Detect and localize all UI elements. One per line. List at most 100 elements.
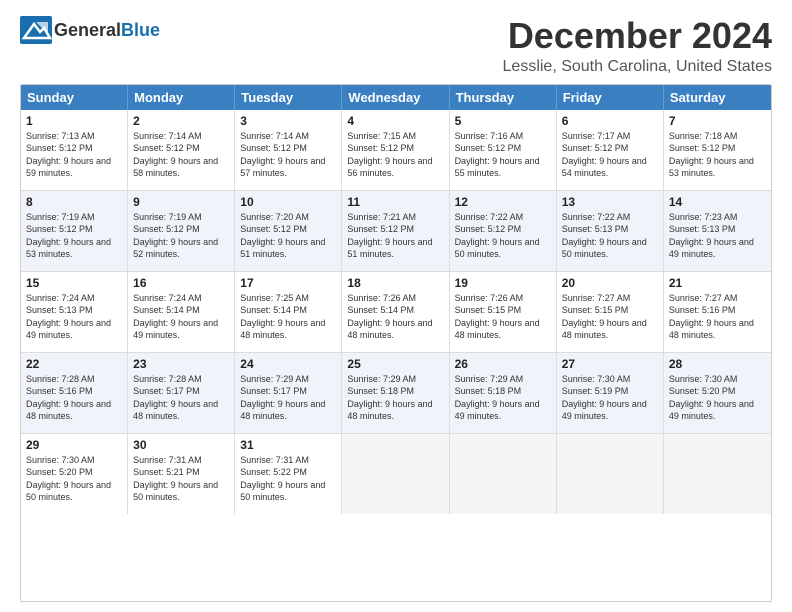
calendar-week-4: 22 Sunrise: 7:28 AM Sunset: 5:16 PM Dayli… [21,353,771,434]
page: GeneralBlue December 2024 Lesslie, South… [0,0,792,612]
day-info: Sunrise: 7:25 AM Sunset: 5:14 PM Dayligh… [240,292,336,342]
calendar-cell: 17Sunrise: 7:25 AM Sunset: 5:14 PM Dayli… [235,272,342,352]
day-number: 19 [455,276,551,290]
calendar-cell: 11 Sunrise: 7:21 AM Sunset: 5:12 PM Dayli… [342,191,449,271]
day-info: Sunrise: 7:14 AM Sunset: 5:12 PM Dayligh… [133,130,229,180]
calendar-cell: 10 Sunrise: 7:20 AM Sunset: 5:12 PM Dayli… [235,191,342,271]
logo-icon [20,16,52,44]
calendar-cell: 31 Sunrise: 7:31 AM Sunset: 5:22 PM Dayli… [235,434,342,514]
day-info: Sunrise: 7:26 AM Sunset: 5:15 PM Dayligh… [455,292,551,342]
day-info: Sunrise: 7:19 AM Sunset: 5:12 PM Dayligh… [26,211,122,261]
day-number: 8 [26,195,122,209]
calendar-cell: 19 Sunrise: 7:26 AM Sunset: 5:15 PM Dayli… [450,272,557,352]
day-number: 3 [240,114,336,128]
calendar-cell [450,434,557,514]
day-number: 7 [669,114,766,128]
day-number: 5 [455,114,551,128]
day-info: Sunrise: 7:23 AM Sunset: 5:13 PM Dayligh… [669,211,766,261]
day-number: 15 [26,276,122,290]
day-info: Sunrise: 7:29 AM Sunset: 5:17 PM Dayligh… [240,373,336,423]
day-number: 30 [133,438,229,452]
day-info: Sunrise: 7:17 AM Sunset: 5:12 PM Dayligh… [562,130,658,180]
day-number: 14 [669,195,766,209]
day-info: Sunrise: 7:22 AM Sunset: 5:12 PM Dayligh… [455,211,551,261]
calendar-cell: 30Sunrise: 7:31 AM Sunset: 5:21 PM Dayli… [128,434,235,514]
calendar-cell: 3 Sunrise: 7:14 AM Sunset: 5:12 PM Daylig… [235,110,342,190]
calendar-cell: 21 Sunrise: 7:27 AM Sunset: 5:16 PM Dayli… [664,272,771,352]
logo: GeneralBlue [20,16,160,44]
day-number: 26 [455,357,551,371]
day-info: Sunrise: 7:30 AM Sunset: 5:19 PM Dayligh… [562,373,658,423]
calendar-cell: 9 Sunrise: 7:19 AM Sunset: 5:12 PM Daylig… [128,191,235,271]
calendar-header-day-thursday: Thursday [450,85,557,110]
day-number: 9 [133,195,229,209]
calendar-cell: 20Sunrise: 7:27 AM Sunset: 5:15 PM Dayli… [557,272,664,352]
calendar-week-5: 29 Sunrise: 7:30 AM Sunset: 5:20 PM Dayli… [21,434,771,514]
calendar-cell: 14 Sunrise: 7:23 AM Sunset: 5:13 PM Dayli… [664,191,771,271]
calendar-cell: 7 Sunrise: 7:18 AM Sunset: 5:12 PM Daylig… [664,110,771,190]
day-number: 29 [26,438,122,452]
calendar-cell: 25 Sunrise: 7:29 AM Sunset: 5:18 PM Dayli… [342,353,449,433]
day-number: 24 [240,357,336,371]
day-number: 27 [562,357,658,371]
day-info: Sunrise: 7:24 AM Sunset: 5:13 PM Dayligh… [26,292,122,342]
day-info: Sunrise: 7:27 AM Sunset: 5:15 PM Dayligh… [562,292,658,342]
calendar-header-day-tuesday: Tuesday [235,85,342,110]
day-info: Sunrise: 7:16 AM Sunset: 5:12 PM Dayligh… [455,130,551,180]
calendar-cell: 4 Sunrise: 7:15 AM Sunset: 5:12 PM Daylig… [342,110,449,190]
day-info: Sunrise: 7:15 AM Sunset: 5:12 PM Dayligh… [347,130,443,180]
calendar-header-day-wednesday: Wednesday [342,85,449,110]
day-info: Sunrise: 7:24 AM Sunset: 5:14 PM Dayligh… [133,292,229,342]
calendar-cell: 6 Sunrise: 7:17 AM Sunset: 5:12 PM Daylig… [557,110,664,190]
day-info: Sunrise: 7:14 AM Sunset: 5:12 PM Dayligh… [240,130,336,180]
calendar-body: 1 Sunrise: 7:13 AM Sunset: 5:12 PM Daylig… [21,110,771,514]
day-number: 31 [240,438,336,452]
day-number: 25 [347,357,443,371]
logo-blue-text: Blue [121,20,160,40]
day-number: 6 [562,114,658,128]
day-info: Sunrise: 7:28 AM Sunset: 5:17 PM Dayligh… [133,373,229,423]
day-info: Sunrise: 7:27 AM Sunset: 5:16 PM Dayligh… [669,292,766,342]
day-number: 4 [347,114,443,128]
calendar-cell: 12 Sunrise: 7:22 AM Sunset: 5:12 PM Dayli… [450,191,557,271]
day-info: Sunrise: 7:20 AM Sunset: 5:12 PM Dayligh… [240,211,336,261]
day-number: 10 [240,195,336,209]
calendar-header-day-sunday: Sunday [21,85,128,110]
month-title: December 2024 [503,16,772,56]
calendar-cell: 22 Sunrise: 7:28 AM Sunset: 5:16 PM Dayli… [21,353,128,433]
day-info: Sunrise: 7:21 AM Sunset: 5:12 PM Dayligh… [347,211,443,261]
day-number: 16 [133,276,229,290]
calendar-cell: 2 Sunrise: 7:14 AM Sunset: 5:12 PM Daylig… [128,110,235,190]
day-info: Sunrise: 7:13 AM Sunset: 5:12 PM Dayligh… [26,130,122,180]
day-number: 22 [26,357,122,371]
header: GeneralBlue December 2024 Lesslie, South… [20,16,772,76]
day-number: 21 [669,276,766,290]
calendar-header-day-monday: Monday [128,85,235,110]
calendar-cell: 8 Sunrise: 7:19 AM Sunset: 5:12 PM Daylig… [21,191,128,271]
calendar-cell [342,434,449,514]
day-info: Sunrise: 7:30 AM Sunset: 5:20 PM Dayligh… [669,373,766,423]
day-number: 23 [133,357,229,371]
day-info: Sunrise: 7:31 AM Sunset: 5:22 PM Dayligh… [240,454,336,504]
day-number: 1 [26,114,122,128]
calendar-week-3: 15 Sunrise: 7:24 AM Sunset: 5:13 PM Dayli… [21,272,771,353]
day-info: Sunrise: 7:29 AM Sunset: 5:18 PM Dayligh… [347,373,443,423]
calendar-cell: 29 Sunrise: 7:30 AM Sunset: 5:20 PM Dayli… [21,434,128,514]
day-number: 18 [347,276,443,290]
day-info: Sunrise: 7:22 AM Sunset: 5:13 PM Dayligh… [562,211,658,261]
day-number: 2 [133,114,229,128]
day-info: Sunrise: 7:18 AM Sunset: 5:12 PM Dayligh… [669,130,766,180]
day-info: Sunrise: 7:26 AM Sunset: 5:14 PM Dayligh… [347,292,443,342]
calendar-cell: 28Sunrise: 7:30 AM Sunset: 5:20 PM Dayli… [664,353,771,433]
calendar-cell: 23 Sunrise: 7:28 AM Sunset: 5:17 PM Dayli… [128,353,235,433]
calendar-cell: 27 Sunrise: 7:30 AM Sunset: 5:19 PM Dayli… [557,353,664,433]
title-section: December 2024 Lesslie, South Carolina, U… [503,16,772,76]
day-number: 13 [562,195,658,209]
day-info: Sunrise: 7:30 AM Sunset: 5:20 PM Dayligh… [26,454,122,504]
day-number: 12 [455,195,551,209]
calendar: SundayMondayTuesdayWednesdayThursdayFrid… [20,84,772,602]
day-info: Sunrise: 7:28 AM Sunset: 5:16 PM Dayligh… [26,373,122,423]
day-info: Sunrise: 7:29 AM Sunset: 5:18 PM Dayligh… [455,373,551,423]
day-number: 11 [347,195,443,209]
day-info: Sunrise: 7:19 AM Sunset: 5:12 PM Dayligh… [133,211,229,261]
